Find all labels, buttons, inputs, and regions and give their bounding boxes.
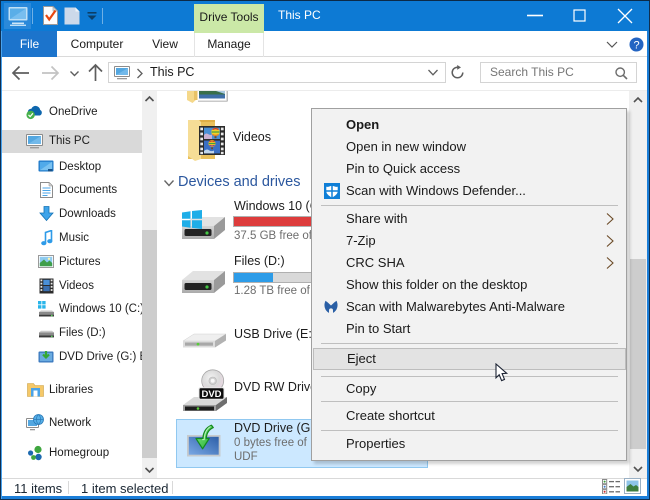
svg-text:?: ? — [633, 40, 639, 52]
svg-text:DVD: DVD — [201, 389, 221, 400]
